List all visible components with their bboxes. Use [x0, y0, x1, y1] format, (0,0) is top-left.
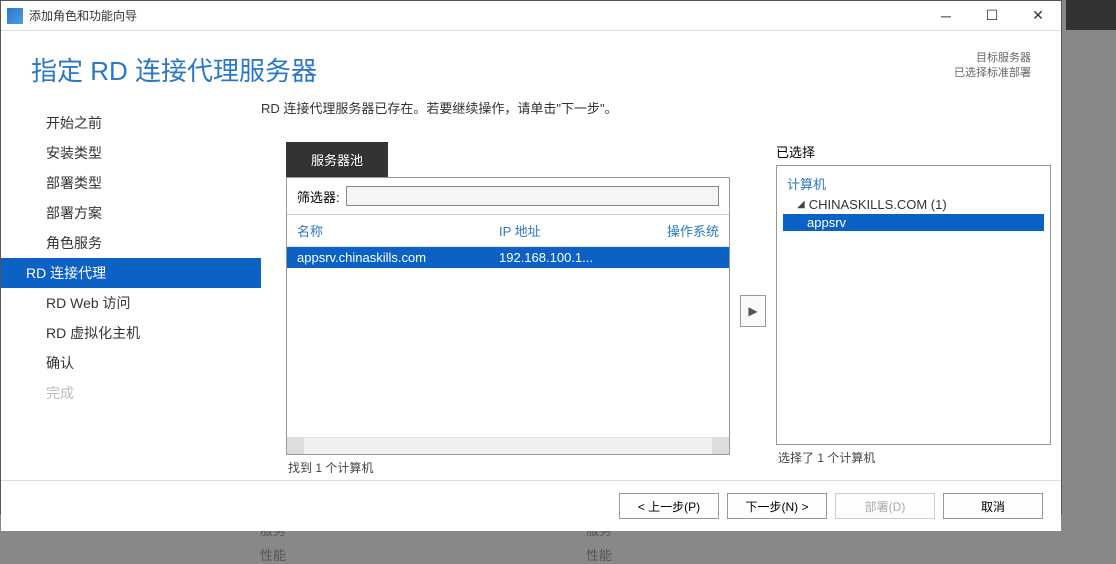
found-count-label: 找到 1 个计算机 [286, 455, 730, 480]
app-icon [7, 8, 23, 24]
bg-label: 性能 [260, 545, 286, 564]
scroll-left-button[interactable] [287, 438, 304, 454]
cell-name: appsrv.chinaskills.com [297, 250, 499, 265]
sidebar-item-rd-connection-broker[interactable]: RD 连接代理 [1, 258, 261, 288]
bg-label: 性能 [586, 545, 612, 564]
column-header-os[interactable]: 操作系统 [639, 221, 719, 240]
filter-input[interactable] [346, 186, 719, 206]
titlebar[interactable]: 添加角色和功能向导 ─ ☐ ✕ [1, 1, 1061, 31]
tree-leaf[interactable]: appsrv [783, 214, 1044, 231]
column-header-name[interactable]: 名称 [297, 221, 499, 240]
tab-server-pool[interactable]: 服务器池 [286, 142, 388, 177]
cell-os [639, 250, 719, 265]
cell-ip: 192.168.100.1... [499, 250, 639, 265]
column-header-ip[interactable]: IP 地址 [499, 221, 639, 240]
previous-button[interactable]: < 上一步(P) [619, 493, 719, 519]
wizard-window: 添加角色和功能向导 ─ ☐ ✕ 指定 RD 连接代理服务器 目标服务器 已选择标… [0, 0, 1062, 514]
deploy-button: 部署(D) [835, 493, 935, 519]
wizard-steps-sidebar: 开始之前 安装类型 部署类型 部署方案 角色服务 RD 连接代理 RD Web … [1, 98, 261, 480]
sidebar-item-rd-web[interactable]: RD Web 访问 [1, 288, 261, 318]
selected-computers-panel: 计算机 ◢ CHINASKILLS.COM (1) appsrv [776, 165, 1051, 445]
sidebar-item-complete: 完成 [1, 378, 261, 408]
selected-label: 已选择 [776, 142, 1051, 161]
add-to-selected-button[interactable]: ▶ [740, 295, 766, 327]
filter-label: 筛选器: [297, 187, 340, 206]
page-title: 指定 RD 连接代理服务器 [31, 51, 954, 88]
next-button[interactable]: 下一步(N) > [727, 493, 827, 519]
close-button[interactable]: ✕ [1015, 1, 1061, 31]
sidebar-item-install-type[interactable]: 安装类型 [1, 138, 261, 168]
scroll-right-button[interactable] [712, 438, 729, 454]
sidebar-item-rd-virtualization[interactable]: RD 虚拟化主机 [1, 318, 261, 348]
sidebar-item-before-begin[interactable]: 开始之前 [1, 108, 261, 138]
table-row[interactable]: appsrv.chinaskills.com 192.168.100.1... [287, 247, 729, 268]
deployment-label: 已选择标准部署 [954, 66, 1031, 81]
tree-group-label: CHINASKILLS.COM (1) [809, 197, 947, 212]
server-table-body: appsrv.chinaskills.com 192.168.100.1... [287, 247, 729, 437]
sidebar-item-confirm[interactable]: 确认 [1, 348, 261, 378]
selected-column-header[interactable]: 计算机 [783, 172, 1044, 195]
cancel-button[interactable]: 取消 [943, 493, 1043, 519]
sidebar-item-deploy-type[interactable]: 部署类型 [1, 168, 261, 198]
maximize-button[interactable]: ☐ [969, 1, 1015, 31]
minimize-button[interactable]: ─ [923, 1, 969, 31]
horizontal-scrollbar[interactable] [287, 437, 729, 454]
instruction-text: RD 连接代理服务器已存在。若要继续操作，请单击"下一步"。 [261, 98, 1061, 117]
sidebar-item-role-service[interactable]: 角色服务 [1, 228, 261, 258]
window-title: 添加角色和功能向导 [29, 7, 923, 24]
sidebar-item-deploy-plan[interactable]: 部署方案 [1, 198, 261, 228]
server-pool-panel: 筛选器: 名称 IP 地址 操作系统 appsrv.chinaskills.co… [286, 177, 730, 455]
tree-group[interactable]: ◢ CHINASKILLS.COM (1) [783, 195, 1044, 214]
bg-taskbar-fragment [1066, 0, 1116, 30]
tree-caret-icon: ◢ [797, 199, 805, 210]
selected-count-label: 选择了 1 个计算机 [776, 445, 1051, 470]
target-server-label: 目标服务器 [954, 51, 1031, 66]
wizard-button-bar: < 上一步(P) 下一步(N) > 部署(D) 取消 [1, 480, 1061, 531]
